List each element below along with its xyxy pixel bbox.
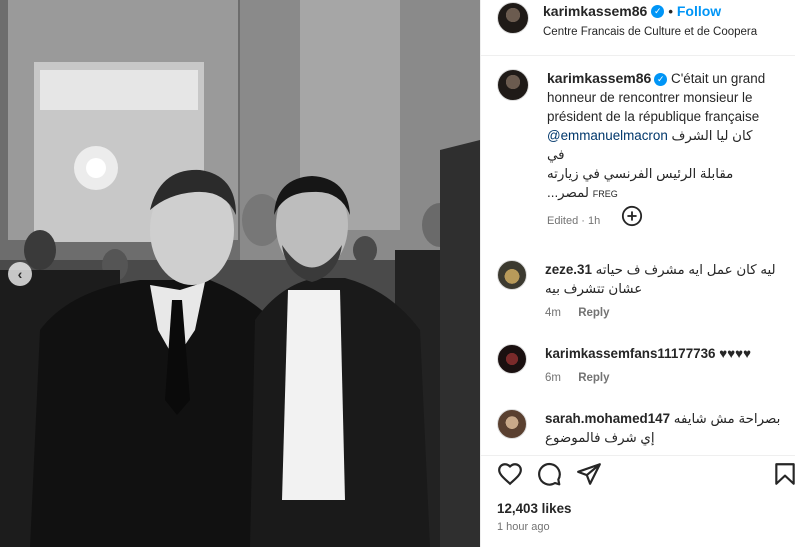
comment-username[interactable]: zeze.31 bbox=[545, 262, 592, 277]
post-details-panel: karimkassem86 ✓ • Follow Centre Francais… bbox=[480, 0, 795, 547]
comment-time: 6m bbox=[545, 372, 561, 384]
photo-illustration bbox=[0, 0, 480, 547]
comment-username[interactable]: karimkassemfans11177736 bbox=[545, 346, 716, 361]
likes-count[interactable]: 12,403 likes bbox=[497, 501, 571, 516]
comment-avatar[interactable] bbox=[497, 344, 527, 374]
caption-arabic-line-2: مقابلة الرئيس الفرنسي في زيارته لمصر... bbox=[547, 166, 734, 200]
add-circle-icon[interactable] bbox=[621, 205, 643, 227]
post-viewer: ‹ karimkassem86 ✓ • Follow Centre Franca… bbox=[0, 0, 795, 547]
separator-dot: • bbox=[668, 3, 673, 19]
share-icon[interactable] bbox=[576, 461, 602, 487]
post-actions: 12,403 likes 1 hour ago bbox=[481, 455, 795, 547]
caption-meta: Edited · 1h bbox=[547, 215, 601, 227]
reply-button[interactable]: Reply bbox=[578, 372, 609, 384]
reply-button[interactable]: Reply bbox=[578, 307, 609, 319]
post-photo[interactable]: ‹ bbox=[0, 0, 480, 547]
comment-avatar[interactable] bbox=[497, 409, 527, 439]
comment-text: ♥♥♥♥ bbox=[719, 346, 752, 361]
verified-icon: ✓ bbox=[654, 73, 668, 86]
chevron-left-icon: ‹ bbox=[17, 266, 23, 282]
caption-more-label[interactable]: FREG bbox=[593, 189, 618, 199]
comment-avatar[interactable] bbox=[497, 260, 527, 290]
comment-username[interactable]: sarah.mohamed147 bbox=[545, 411, 670, 426]
post-timestamp: 1 hour ago bbox=[497, 521, 550, 533]
comment-item: sarah.mohamed147 بصراحة مش شايفه إي شرف … bbox=[497, 409, 787, 447]
comments-section[interactable]: karimkassem86 ✓ C'était un grand honneur … bbox=[481, 57, 795, 455]
previous-photo-button[interactable]: ‹ bbox=[8, 262, 32, 286]
verified-icon: ✓ bbox=[651, 4, 665, 18]
post-location[interactable]: Centre Francais de Culture et de Coopera bbox=[543, 26, 757, 38]
comment-item: karimkassemfans11177736 ♥♥♥♥ 6m Reply bbox=[497, 344, 787, 384]
post-header: karimkassem86 ✓ • Follow Centre Francais… bbox=[481, 0, 795, 56]
bookmark-icon[interactable] bbox=[772, 461, 795, 487]
follow-button[interactable]: Follow bbox=[677, 3, 721, 19]
author-username[interactable]: karimkassem86 bbox=[543, 3, 647, 19]
comment-time: 4m bbox=[545, 307, 561, 319]
comment-item: zeze.31 ليه كان عمل ايه مشرف ف حياته عشا… bbox=[497, 260, 787, 319]
comment-icon[interactable] bbox=[536, 461, 562, 487]
heart-icon[interactable] bbox=[497, 461, 523, 487]
caption-author-avatar[interactable] bbox=[497, 69, 529, 101]
caption-username[interactable]: karimkassem86 bbox=[547, 70, 651, 86]
caption-mention-link[interactable]: @emmanuelmacron bbox=[547, 128, 668, 143]
author-avatar[interactable] bbox=[497, 2, 529, 34]
